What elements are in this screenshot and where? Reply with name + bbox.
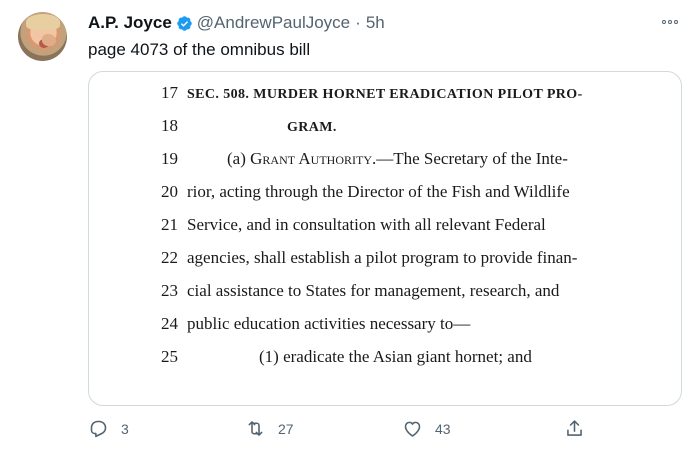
doc-line: 24 public education activities necessary … [161,314,470,347]
line-number: 22 [161,248,178,267]
line-text: GRAM. [287,120,337,135]
author-name[interactable]: A.P. Joyce [88,13,172,33]
more-dot [674,20,678,24]
doc-line: 18 GRAM. [161,116,337,149]
line-text: public education activities necessary to… [187,314,471,333]
line-number: 21 [161,215,178,234]
timestamp[interactable]: 5h [366,13,385,33]
more-options-icon[interactable] [658,12,682,32]
tweet-actions: 3 27 43 [88,418,608,446]
like-count: 43 [435,420,451,437]
line-text-smallcaps: Grant Authority [250,149,372,168]
line-text: SEC. 508. MURDER HORNET ERADICATION PILO… [187,87,583,102]
doc-line: 22 agencies, shall establish a pilot prog… [161,248,577,281]
doc-line: 21 Service, and in consultation with all … [161,215,546,248]
doc-line: 20 rior, acting through the Director of t… [161,182,570,215]
author-handle[interactable]: @AndrewPaulJoyce [197,13,350,33]
doc-line: 17 SEC. 508. MURDER HORNET ERADICATION PI… [161,83,583,116]
reply-icon [90,420,107,438]
share-icon [567,420,582,436]
tweet-header: A.P. Joyce @AndrewPaulJoyce · 5h [88,13,385,33]
like-button[interactable]: 43 [402,418,451,439]
line-number: 23 [161,281,178,300]
more-dot [668,20,672,24]
like-icon [404,421,421,437]
reply-count: 3 [121,420,129,437]
line-text: Service, and in consultation with all re… [187,215,546,234]
retweet-button[interactable]: 27 [245,418,294,439]
avatar-hair [26,14,60,30]
line-text: agencies, shall establish a pilot progra… [187,248,578,267]
verified-badge-icon [176,15,193,32]
line-number: 24 [161,314,178,333]
line-text: cial assistance to States for management… [187,281,560,300]
line-number: 18 [161,116,178,135]
line-text: (1) eradicate the Asian giant hornet; an… [259,347,532,366]
line-text: rior, acting through the Director of the… [187,182,570,201]
avatar-hand [42,34,56,46]
line-text-prefix: (a) [227,149,251,168]
line-number: 19 [161,149,178,168]
tweet-text: page 4073 of the omnibus bill [88,40,311,59]
line-number: 25 [161,347,178,366]
more-dot [662,20,666,24]
doc-line: 19 (a) Grant Authority.—The Secretary of … [161,149,568,182]
separator-dot: · [355,13,361,32]
doc-line: 25 (1) eradicate the Asian giant hornet; … [161,347,532,380]
line-number: 20 [161,182,178,201]
line-text-suffix: .—The Secretary of the Inte- [371,149,568,168]
doc-line: 23 cial assistance to States for manageme… [161,281,559,314]
share-button[interactable] [564,418,585,439]
retweet-icon [248,421,263,436]
line-text: (a) Grant Authority.—The Secretary of th… [227,149,568,169]
line-number: 17 [161,83,178,102]
reply-button[interactable]: 3 [88,418,129,439]
retweet-count: 27 [278,420,294,437]
tweet-media-image[interactable]: 17 SEC. 508. MURDER HORNET ERADICATION PI… [88,71,682,406]
avatar[interactable] [18,12,67,61]
